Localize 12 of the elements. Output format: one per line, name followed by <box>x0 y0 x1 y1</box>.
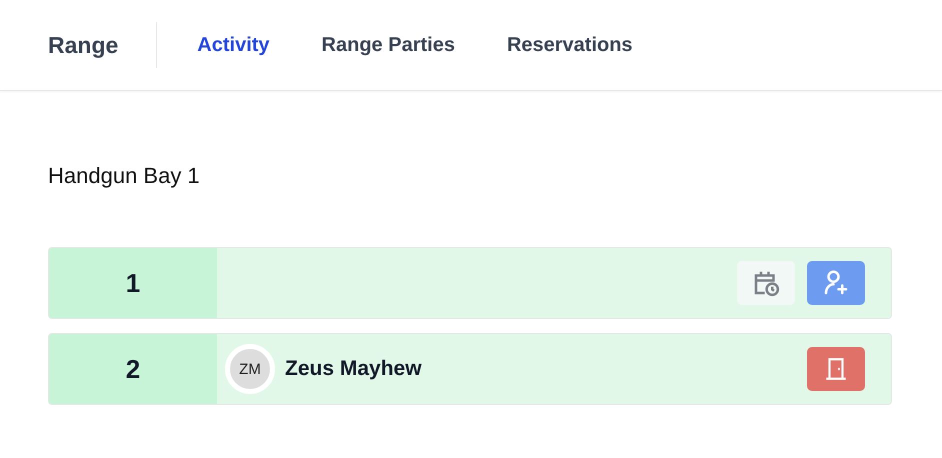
avatar: ZM <box>225 344 275 394</box>
app-title: Range <box>0 22 158 68</box>
nav-tab[interactable]: Activity <box>197 34 270 56</box>
bay-title: Handgun Bay 1 <box>48 163 201 189</box>
lane-number: 1 <box>126 268 140 298</box>
lane-number: 2 <box>126 354 140 384</box>
nav-tab[interactable]: Range Parties <box>322 34 455 56</box>
schedule-button[interactable] <box>737 261 795 305</box>
nav-tab[interactable]: Reservations <box>506 34 633 56</box>
add-person-button[interactable] <box>807 261 865 305</box>
shooter-name: Zeus Mayhew <box>285 357 422 381</box>
check-out-button[interactable] <box>807 347 865 391</box>
